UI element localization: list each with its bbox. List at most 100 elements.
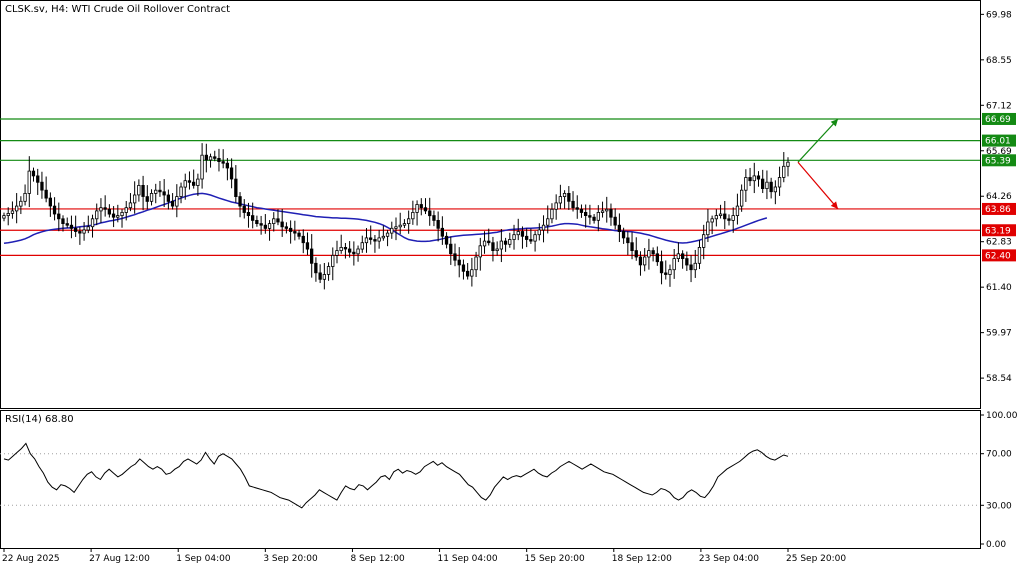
price-tick-label: 58.54 — [986, 374, 1012, 384]
bearish-candle — [305, 242, 310, 250]
bearish-candle — [503, 240, 508, 245]
bullish-candle — [137, 184, 141, 196]
bearish-candle — [242, 205, 246, 213]
bullish-candle — [183, 180, 187, 188]
bearish-candle — [748, 177, 752, 182]
bullish-candle — [714, 215, 718, 220]
bearish-candle — [571, 200, 575, 209]
bearish-candle — [761, 178, 765, 190]
price-tick-labels: 69.9868.5567.1265.6964.2662.8361.4059.97… — [980, 10, 1012, 384]
bullish-candle — [377, 237, 381, 242]
bearish-candle — [213, 156, 217, 159]
bullish-candle — [14, 205, 19, 212]
bullish-candle — [600, 210, 605, 213]
bullish-candle — [208, 156, 213, 161]
bearish-candle — [293, 231, 297, 234]
bearish-candle — [428, 210, 432, 217]
support-label: 62.40 — [985, 251, 1011, 261]
bearish-candle — [756, 175, 761, 180]
bearish-candle — [664, 272, 668, 275]
bullish-candle — [474, 256, 478, 271]
bullish-candle — [710, 218, 714, 223]
time-tick-label: 27 Aug 12:00 — [89, 554, 150, 564]
bearish-candle — [57, 213, 61, 220]
bearish-candle — [238, 196, 242, 207]
rsi-tick-label: 30.00 — [986, 501, 1012, 511]
chart-canvas: CLSK.sv, H4: WTI Crude Oil Rollover Cont… — [0, 0, 1018, 564]
bullish-candle — [175, 196, 179, 207]
time-tick-label: 22 Aug 2025 — [2, 554, 60, 564]
bullish-candle — [731, 215, 735, 221]
bullish-candle — [99, 207, 103, 212]
bullish-candle — [267, 223, 272, 229]
bullish-candle — [398, 224, 402, 228]
bullish-candle — [19, 200, 23, 207]
bearish-candle — [318, 272, 322, 280]
bearish-candle — [727, 218, 731, 221]
bullish-candle — [558, 196, 562, 204]
price-tick-label: 67.12 — [986, 101, 1012, 111]
bearish-candle — [461, 264, 466, 272]
bearish-candle — [158, 189, 162, 193]
time-tick-label: 23 Sep 04:00 — [699, 554, 759, 564]
bearish-candle — [103, 207, 107, 210]
bearish-candle — [638, 256, 643, 266]
bearish-candle — [465, 270, 470, 277]
bearish-candle — [579, 208, 584, 213]
bearish-candle — [259, 223, 263, 226]
bullish-candle — [95, 210, 99, 220]
bearish-candle — [613, 216, 617, 226]
bullish-candle — [668, 269, 672, 275]
bearish-candle — [373, 239, 377, 242]
bullish-candle — [339, 246, 343, 251]
bearish-candle — [449, 243, 453, 255]
bearish-candle — [263, 224, 268, 229]
time-tick-label: 8 Sep 12:00 — [350, 554, 405, 564]
bearish-candle — [491, 242, 495, 251]
bearish-candle — [723, 213, 727, 220]
bullish-candle — [86, 226, 90, 231]
bullish-candle — [537, 229, 541, 236]
bullish-candle — [326, 266, 331, 275]
price-axis: 69.9868.5567.1265.6964.2662.8361.4059.97… — [980, 10, 1016, 384]
bullish-candle — [550, 208, 554, 220]
bullish-candle — [2, 215, 6, 219]
main-chart-panel: CLSK.sv, H4: WTI Crude Oil Rollover Cont… — [0, 0, 981, 409]
bullish-candle — [179, 186, 183, 197]
bearish-candle — [255, 219, 259, 224]
time-axis: 22 Aug 2025 27 Aug 12:00 1 Sep 04:00 3 Sep … — [2, 548, 846, 564]
bearish-candle — [250, 215, 255, 221]
bearish-candle — [78, 231, 82, 234]
bullish-candle — [23, 192, 27, 202]
bullish-candle — [415, 204, 419, 213]
bullish-candle — [693, 262, 697, 271]
time-tick-label: 18 Sep 12:00 — [612, 554, 672, 564]
bearish-candle — [288, 227, 293, 232]
bearish-candle — [343, 246, 348, 250]
rsi-panel: 100.00 70.00 30.00 0.00 RSI(14) 68.80 — [0, 410, 1018, 550]
bullish-candle — [411, 211, 415, 220]
bearish-candle — [36, 175, 40, 183]
bearish-candle — [74, 227, 78, 232]
bullish-candle — [672, 258, 676, 271]
rsi-tick-label: 70.00 — [986, 450, 1012, 460]
bearish-candle — [567, 192, 571, 202]
bearish-candle — [487, 240, 491, 244]
bearish-candle — [444, 235, 449, 245]
bullish-candle — [385, 232, 390, 237]
bearish-candle — [44, 189, 48, 199]
bullish-candle — [124, 207, 128, 213]
bearish-candle — [681, 253, 685, 260]
price-tick-label: 68.55 — [986, 56, 1012, 66]
bearish-candle — [584, 211, 588, 216]
bullish-candle — [154, 189, 158, 194]
bearish-candle — [40, 181, 44, 191]
time-tick-label: 25 Sep 20:00 — [786, 554, 846, 564]
bullish-candle — [562, 192, 567, 197]
price-tick-label: 62.83 — [986, 238, 1012, 248]
bearish-candle — [626, 237, 630, 244]
bearish-candle — [368, 237, 373, 240]
bearish-candle — [309, 248, 314, 264]
rsi-tick-label: 100.00 — [986, 411, 1018, 421]
time-tick-label: 11 Sep 04:00 — [438, 554, 498, 564]
